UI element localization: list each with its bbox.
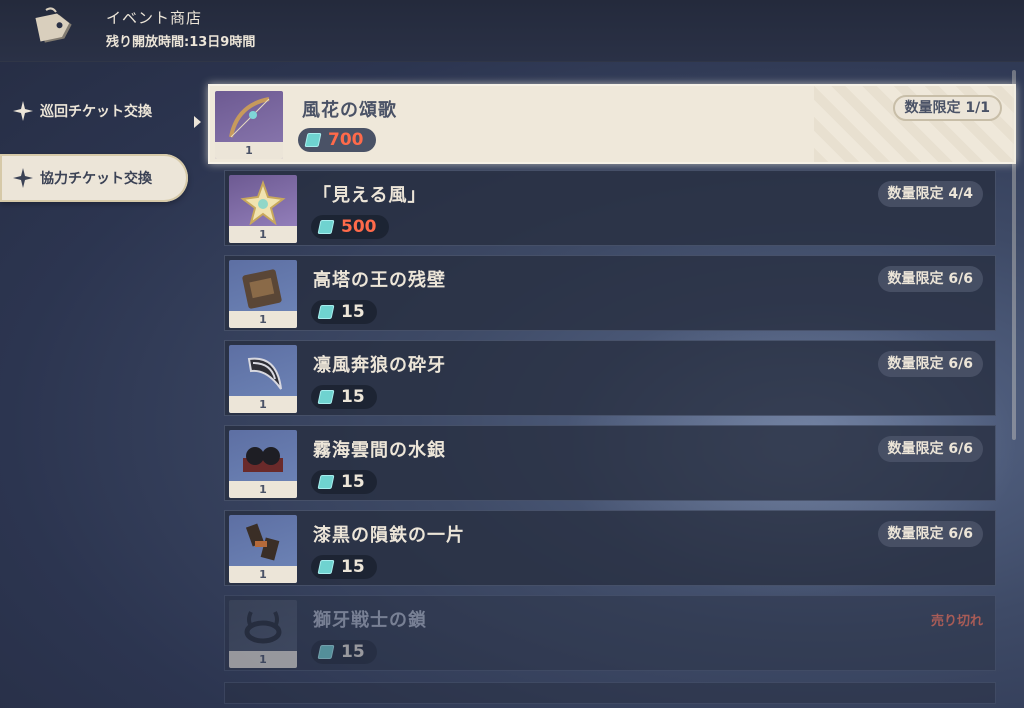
item-quantity: 1 [229,396,297,413]
purchase-limit-badge: 数量限定 6/6 [877,436,983,462]
item-name: 「見える風」 [313,185,427,206]
shop-title: イベント商店 [106,9,203,27]
sold-out-label: 売り切れ [930,614,983,629]
ticket-icon [317,390,335,404]
ticket-icon [317,475,335,489]
price-value: 15 [341,472,365,492]
price-value: 700 [328,130,364,150]
item-thumbnail: 1 [229,175,297,243]
purchase-limit-badge: 数量限定 4/4 [877,181,983,207]
sparkle-icon [13,101,33,121]
item-thumbnail: 1 [229,430,297,498]
item-price: 15 [311,300,377,324]
item-quantity: 1 [229,481,297,498]
purchase-limit-badge: 数量限定 6/6 [877,351,983,377]
shop-item-row-sold-out[interactable]: 1 獅牙戦士の鎖 15 売り切れ [224,595,996,671]
item-name: 漆黒の隕鉄の一片 [313,525,465,546]
ticket-icon [317,305,335,319]
mercury-icon [243,447,283,472]
item-price: 15 [311,555,377,579]
shop-item-row[interactable]: 1 風花の頌歌 700 数量限定 1/1 [208,84,1016,164]
shop-item-row-partial[interactable] [224,682,996,704]
item-name: 霧海雲間の水銀 [313,440,446,461]
item-thumbnail: 1 [229,515,297,583]
price-tag-icon [35,7,72,43]
wall-icon [242,269,282,309]
tab-label: 協力チケット交換 [40,171,152,187]
ticket-icon [304,133,322,147]
ticket-icon [317,645,335,659]
item-name: 獅牙戦士の鎖 [313,610,427,631]
item-price: 15 [311,640,377,664]
sparkle-icon [13,168,33,188]
ticket-icon [317,220,335,234]
shop-timer: 残り開放時間:13日9時間 [106,35,256,50]
item-price: 500 [311,215,389,239]
shop-item-row[interactable]: 1 高塔の王の残壁 15 数量限定 6/6 [224,255,996,331]
price-value: 15 [341,302,365,322]
item-quantity: 1 [229,311,297,328]
item-name: 風花の頌歌 [302,100,397,121]
price-value: 15 [341,642,365,662]
purchase-limit-badge: 数量限定 6/6 [877,521,983,547]
shop-item-row[interactable]: 1 霧海雲間の水銀 15 数量限定 6/6 [224,425,996,501]
item-quantity: 1 [229,651,297,668]
price-value: 15 [341,387,365,407]
price-value: 500 [341,217,377,237]
shop-item-row[interactable]: 1 漆黒の隕鉄の一片 15 数量限定 6/6 [224,510,996,586]
fang-icon [247,357,282,390]
header-bar: イベント商店 残り開放時間:13日9時間 [0,0,1024,62]
item-quantity: 1 [229,566,297,583]
bow-icon [229,97,270,138]
tab-pointer [194,116,201,128]
item-quantity: 1 [229,226,297,243]
purchase-limit-badge: 数量限定 1/1 [892,95,1002,121]
list-scrollbar[interactable] [1012,70,1016,440]
item-name: 高塔の王の残壁 [313,270,446,291]
tab-label: 巡回チケット交換 [40,104,152,120]
item-quantity: 1 [215,142,283,159]
item-thumbnail: 1 [229,260,297,328]
price-value: 15 [341,557,365,577]
chain-icon [244,611,282,644]
shop-item-row[interactable]: 1 「見える風」 500 数量限定 4/4 [224,170,996,246]
item-price: 15 [311,470,377,494]
item-thumbnail: 1 [229,345,297,413]
tab-coop-ticket-exchange[interactable]: 協力チケット交換 [0,154,188,202]
item-thumbnail: 1 [215,91,283,159]
item-price: 700 [298,128,376,152]
tab-patrol-ticket-exchange[interactable]: 巡回チケット交換 [0,88,196,134]
wind-flower-icon [240,180,286,225]
meteorite-icon [245,523,280,561]
item-price: 15 [311,385,377,409]
item-name: 凛風奔狼の砕牙 [313,355,446,376]
shop-item-row[interactable]: 1 凛風奔狼の砕牙 15 数量限定 6/6 [224,340,996,416]
ticket-icon [317,560,335,574]
item-thumbnail: 1 [229,600,297,668]
purchase-limit-badge: 数量限定 6/6 [877,266,983,292]
